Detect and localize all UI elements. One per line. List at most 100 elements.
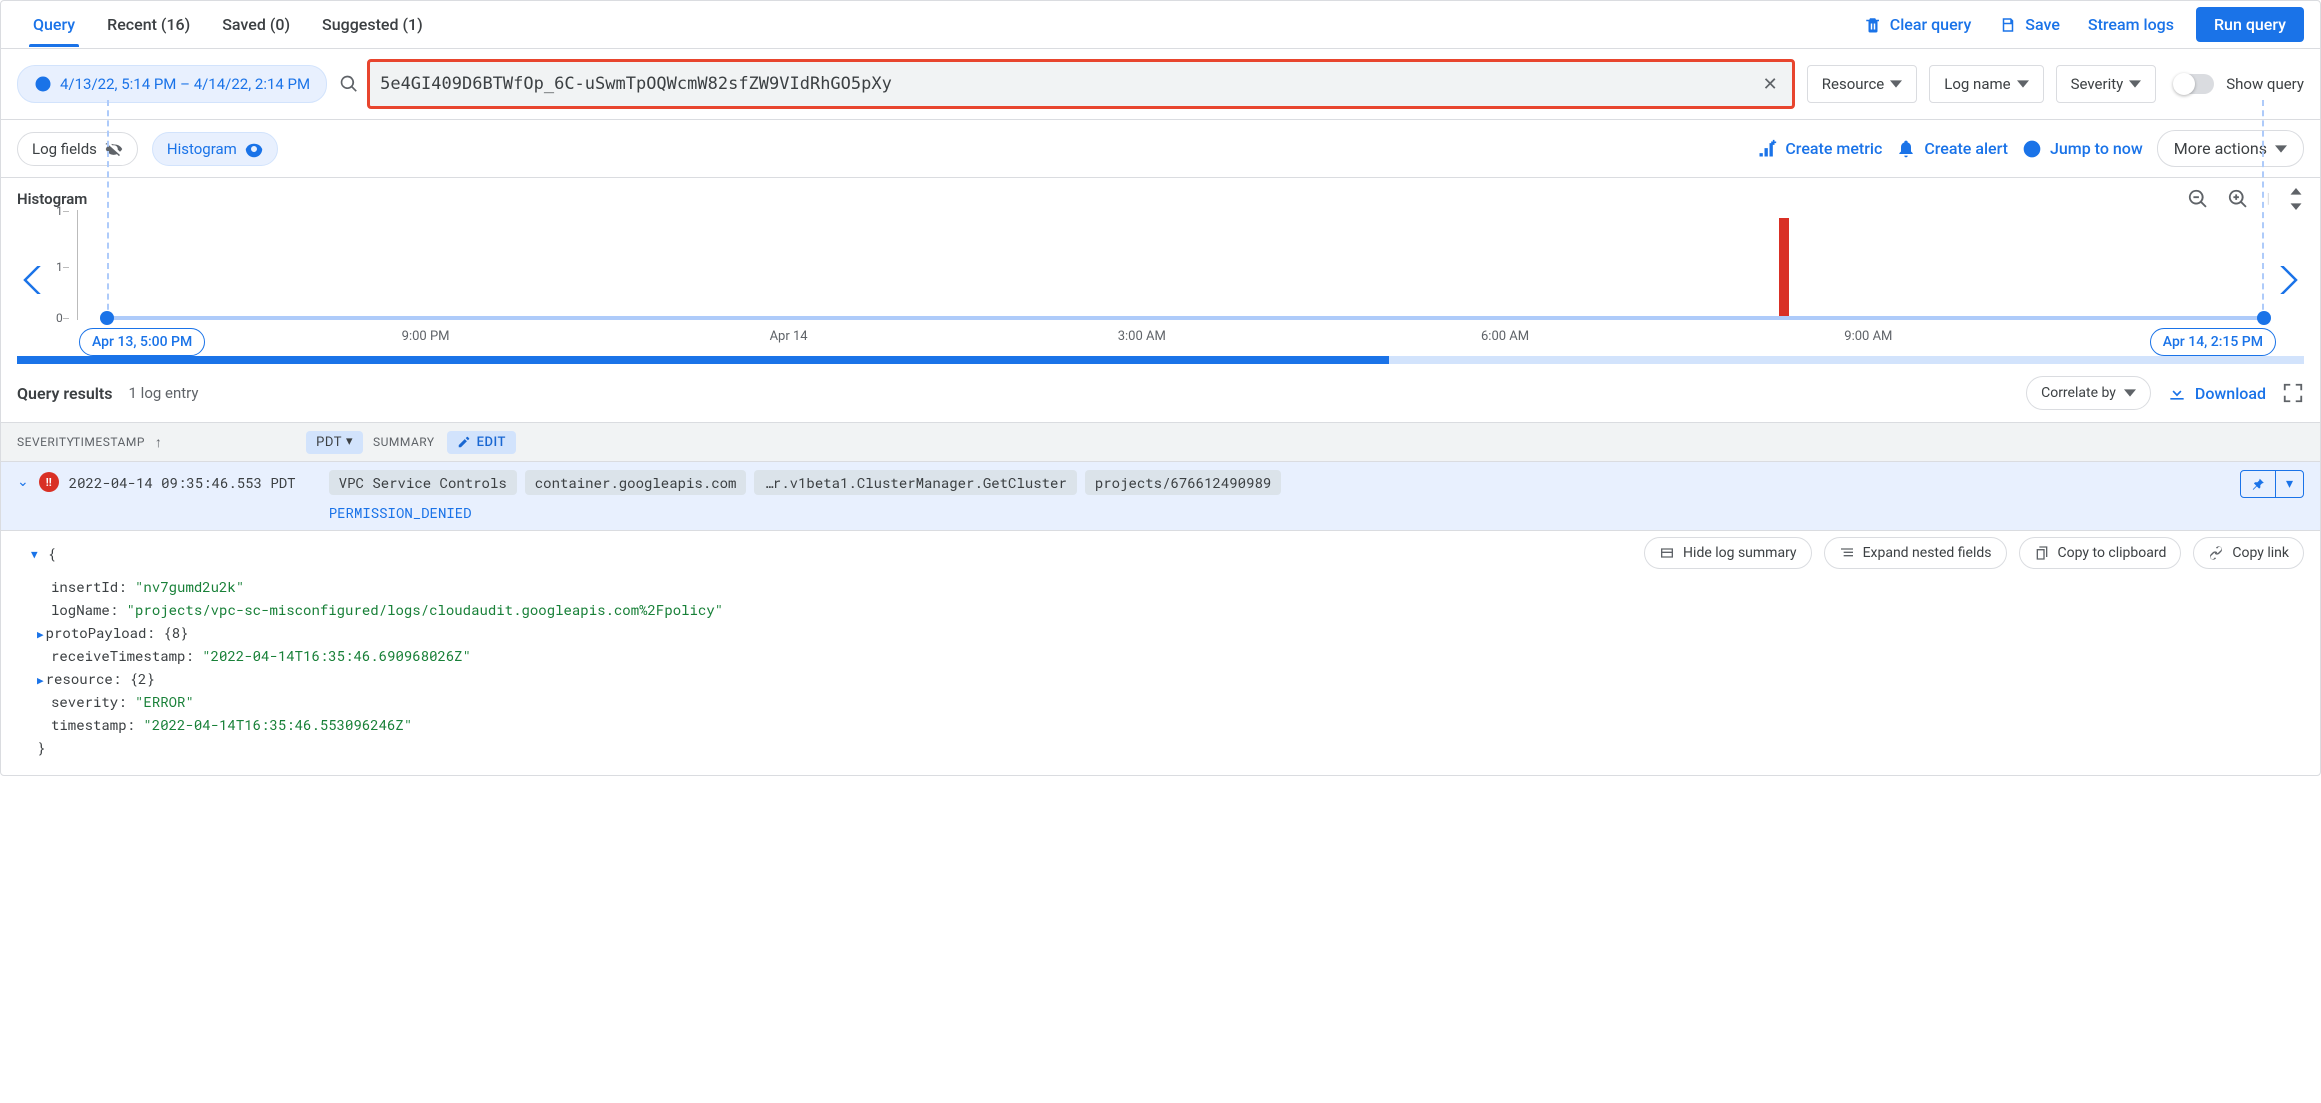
show-query-label: Show query (2226, 75, 2304, 93)
results-count: 1 log entry (129, 384, 199, 402)
expand-icon[interactable]: ▶ (37, 626, 44, 641)
filter-row: 4/13/22, 5:14 PM – 4/14/22, 2:14 PM ✕ Re… (1, 49, 2320, 119)
timeline-overview[interactable] (17, 356, 2304, 364)
expand-icon[interactable]: ▶ (37, 672, 44, 687)
search-box-highlighted: ✕ (367, 59, 1795, 109)
clear-search-icon[interactable]: ✕ (1759, 74, 1782, 95)
log-summary: VPC Service Controls container.googleapi… (329, 470, 2230, 522)
x-tick: 9:00 AM (1844, 329, 1892, 344)
x-tick: 3:00 AM (1118, 329, 1166, 344)
time-slider-track[interactable] (107, 316, 2264, 320)
zoom-out-icon[interactable] (2187, 188, 2209, 210)
summary-chip[interactable]: …r.v1beta1.ClusterManager.GetCluster (754, 470, 1076, 495)
clear-query-button[interactable]: Clear query (1850, 7, 1986, 42)
histogram-body: 1 1 0 . 9:00 PM Apr 14 3:00 AM (17, 210, 2304, 350)
search-input[interactable] (380, 74, 1759, 94)
json-field[interactable]: ▶protoPayload: {8} (31, 621, 2304, 644)
histogram-header: Histogram | (17, 188, 2304, 210)
time-start-badge[interactable]: Apr 13, 5:00 PM (79, 328, 205, 356)
expand-row-icon[interactable]: ⌄ (17, 470, 29, 490)
up-down-icon[interactable] (2288, 188, 2304, 210)
zoom-in-icon[interactable] (2227, 188, 2249, 210)
summary-chip[interactable]: container.googleapis.com (525, 470, 747, 495)
time-end-badge[interactable]: Apr 14, 2:15 PM (2150, 328, 2276, 356)
json-field[interactable]: ▶resource: {2} (31, 667, 2304, 690)
json-field[interactable]: logName: "projects/vpc-sc-misconfigured/… (31, 598, 2304, 621)
pin-split-button: ▾ (2240, 470, 2304, 498)
download-button[interactable]: Download (2167, 383, 2266, 403)
clock-icon (34, 75, 52, 93)
tab-recent[interactable]: Recent (16) (91, 3, 206, 46)
col-timestamp[interactable]: TIMESTAMP ↑ PDT▾ (73, 431, 363, 454)
col-summary: SUMMARY EDIT (363, 431, 2320, 454)
chevron-down-icon (1890, 78, 1902, 90)
col-severity: SEVERITY (1, 435, 73, 449)
chevron-down-icon (2017, 78, 2029, 90)
log-row[interactable]: ⌄ !! 2022-04-14 09:35:46.553 PDT VPC Ser… (1, 462, 2320, 531)
time-slider-end[interactable] (2257, 311, 2271, 325)
search-icon (339, 74, 359, 94)
resource-filter[interactable]: Resource (1807, 65, 1918, 103)
expand-icon (1839, 545, 1855, 561)
severity-filter[interactable]: Severity (2056, 65, 2157, 103)
time-slider-start[interactable] (100, 311, 114, 325)
histogram-prev-button[interactable] (17, 210, 47, 350)
run-query-button[interactable]: Run query (2196, 7, 2304, 42)
sort-asc-icon: ↑ (155, 434, 163, 451)
more-actions-button[interactable]: More actions (2157, 130, 2304, 167)
logs-explorer-panel: Query Recent (16) Saved (0) Suggested (1… (0, 0, 2321, 776)
x-tick: Apr 14 (770, 329, 808, 344)
json-field[interactable]: severity: "ERROR" (31, 690, 2304, 713)
timezone-dropdown[interactable]: PDT▾ (306, 431, 363, 454)
chevron-left-icon (23, 266, 41, 294)
summary-chip[interactable]: VPC Service Controls (329, 470, 517, 495)
log-detail: ▼ { Hide log summary Expand nested field… (1, 531, 2320, 775)
create-alert-button[interactable]: Create alert (1896, 139, 2008, 159)
histogram-chip[interactable]: Histogram (152, 132, 278, 166)
correlate-by-dropdown[interactable]: Correlate by (2026, 376, 2151, 410)
histogram-bar[interactable] (1779, 218, 1789, 316)
search-wrap: ✕ (339, 59, 1795, 109)
card-icon (1659, 545, 1675, 561)
permission-denied-text: PERMISSION_DENIED (329, 503, 2230, 522)
tab-suggested[interactable]: Suggested (1) (306, 3, 439, 46)
copy-to-clipboard-button[interactable]: Copy to clipboard (2019, 537, 2182, 569)
x-tick: 9:00 PM (402, 329, 450, 344)
copy-icon (2034, 545, 2050, 561)
histogram-next-button[interactable] (2274, 210, 2304, 350)
edit-summary-button[interactable]: EDIT (447, 431, 516, 454)
create-metric-button[interactable]: Create metric (1757, 139, 1882, 159)
collapse-json-icon[interactable]: ▼ (31, 546, 38, 561)
json-field[interactable]: receiveTimestamp: "2022-04-14T16:35:46.6… (31, 644, 2304, 667)
save-button[interactable]: Save (1985, 7, 2074, 42)
copy-link-button[interactable]: Copy link (2193, 537, 2304, 569)
hide-log-summary-button[interactable]: Hide log summary (1644, 537, 1812, 569)
pin-button[interactable] (2241, 471, 2276, 497)
jump-to-now-button[interactable]: Jump to now (2022, 139, 2143, 159)
json-field[interactable]: insertId: "nv7gumd2u2k" (31, 575, 2304, 598)
trash-icon (1864, 16, 1882, 34)
pin-dropdown[interactable]: ▾ (2276, 471, 2303, 497)
chart-plus-icon (1757, 139, 1777, 159)
time-range-chip[interactable]: 4/13/22, 5:14 PM – 4/14/22, 2:14 PM (17, 65, 327, 103)
json-close-brace: } (31, 736, 2304, 759)
summary-chip[interactable]: projects/676612490989 (1085, 470, 1281, 495)
fullscreen-icon[interactable] (2282, 382, 2304, 404)
tab-query[interactable]: Query (17, 3, 91, 46)
timeline-overview-thumb[interactable] (17, 356, 1389, 364)
log-name-filter[interactable]: Log name (1929, 65, 2043, 103)
download-icon (2167, 383, 2187, 403)
clock-icon (2022, 139, 2042, 159)
stream-logs-button[interactable]: Stream logs (2074, 7, 2188, 42)
show-query-toggle[interactable] (2174, 74, 2214, 94)
log-fields-chip[interactable]: Log fields (17, 132, 138, 166)
severity-error-icon: !! (39, 472, 59, 492)
chevron-down-icon (2275, 143, 2287, 155)
histogram-plot (107, 210, 2264, 320)
bell-icon (1896, 139, 1916, 159)
json-field[interactable]: timestamp: "2022-04-14T16:35:46.55309624… (31, 713, 2304, 736)
histogram-chart[interactable]: 1 1 0 . 9:00 PM Apr 14 3:00 AM (47, 210, 2274, 350)
tab-saved[interactable]: Saved (0) (206, 3, 306, 46)
expand-nested-fields-button[interactable]: Expand nested fields (1824, 537, 2007, 569)
y-tick: 1 (56, 204, 63, 218)
